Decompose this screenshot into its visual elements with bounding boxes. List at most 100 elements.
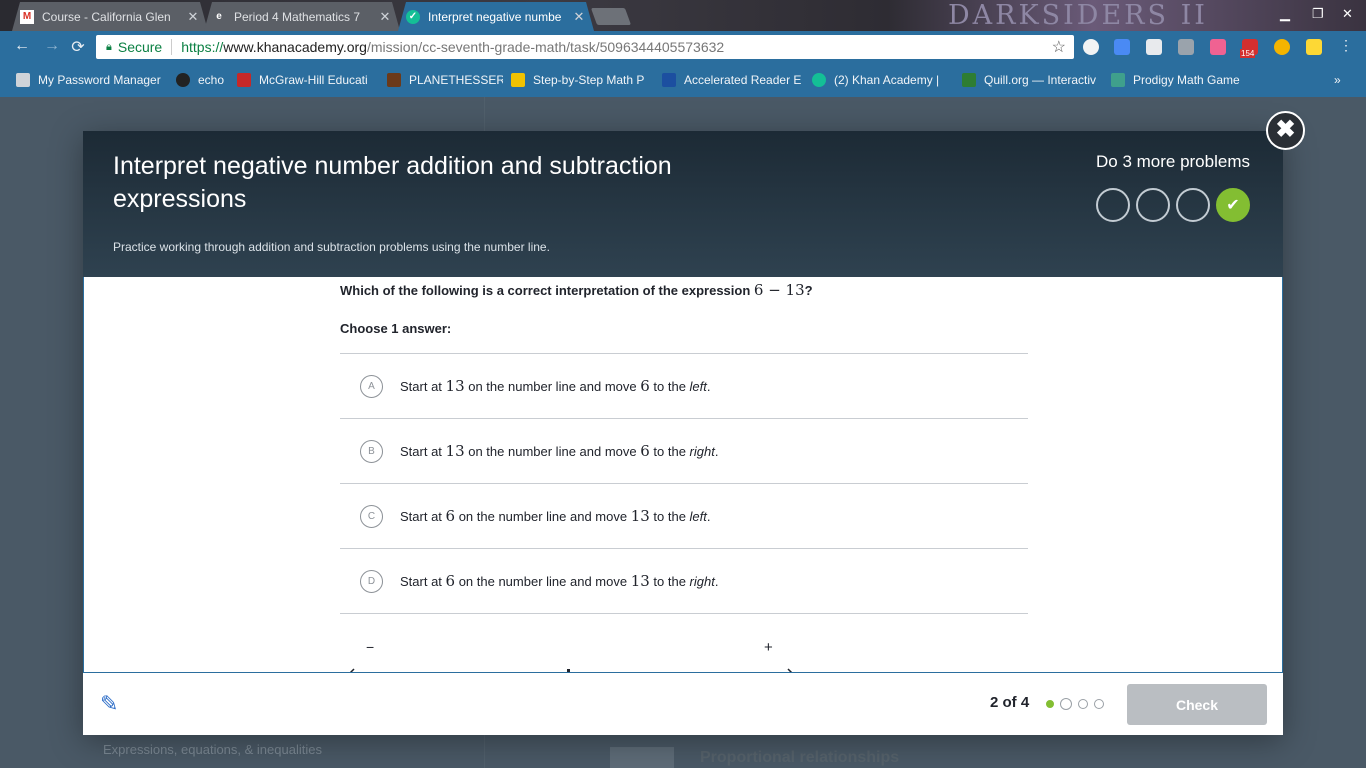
tab-title: Course - California Glen (42, 9, 171, 24)
negative-direction-label: − (366, 639, 375, 655)
pending-dot (1094, 699, 1104, 709)
exercise-subtitle: Practice working through addition and su… (113, 240, 550, 254)
menu-icon[interactable]: ⋮ (1336, 37, 1356, 54)
new-tab-button[interactable] (590, 8, 632, 25)
background-heading: Proportional relationships (700, 749, 900, 766)
browser-toolbar: ← → ⟳ 🔒︎ Secure https:// www.khanacademy… (0, 31, 1366, 63)
extension-globe-icon[interactable] (1274, 39, 1290, 55)
progress-circle-empty (1136, 188, 1170, 222)
lock-icon: 🔒︎ (106, 40, 112, 53)
answer-choices: A Start at 13 on the number line and mov… (340, 353, 1028, 614)
restore-icon[interactable]: ❐ (1312, 6, 1324, 22)
bookmark-item[interactable]: Quill.org — Interactiv (962, 71, 1098, 89)
question-suffix: ? (804, 283, 813, 298)
exercise-modal: Interpret negative number addition and s… (83, 131, 1283, 735)
extension-shield-icon[interactable] (1178, 39, 1194, 55)
close-window-icon[interactable]: ✕ (1342, 6, 1353, 22)
choice-text: Start at 13 on the number line and move … (400, 377, 711, 395)
choice-letter: B (360, 439, 383, 463)
choice-text: Start at 13 on the number line and move … (400, 442, 719, 460)
tab-title: Interpret negative numbe (428, 9, 562, 24)
planethesser-icon (387, 73, 401, 87)
step-by-step-icon (511, 73, 525, 87)
khan-academy-icon: ✓ (406, 10, 420, 24)
close-tab-icon[interactable]: ✕ (572, 9, 586, 25)
edpuzzle-icon: e (216, 11, 222, 22)
khan-academy-icon (812, 73, 826, 87)
positive-direction-label: + (764, 639, 773, 656)
tab-title: Period 4 Mathematics 7 (234, 9, 361, 24)
tab-edpuzzle[interactable]: e Period 4 Mathematics 7 ✕ (204, 2, 400, 31)
choice-text: Start at 6 on the number line and move 1… (400, 572, 719, 590)
progress-circle-empty (1176, 188, 1210, 222)
current-dot (1060, 698, 1072, 710)
folder-icon (16, 73, 30, 87)
tab-khan-academy[interactable]: ✓ Interpret negative numbe ✕ (398, 2, 594, 31)
bookmarks-bar: My Password Manager echo McGraw-Hill Edu… (0, 63, 1366, 97)
divider (171, 39, 173, 55)
reload-icon[interactable]: ⟳ (68, 37, 88, 57)
url-protocol: https:// (181, 39, 224, 55)
close-tab-icon[interactable]: ✕ (378, 9, 392, 25)
scratchpad-pencil-icon[interactable]: ✎ (100, 691, 118, 717)
extension-unicorn-icon[interactable] (1210, 39, 1226, 55)
choice-letter: A (360, 374, 383, 398)
secure-label: Secure (117, 39, 163, 55)
bookmark-item[interactable]: My Password Manager (16, 71, 168, 89)
remaining-problems: Do 3 more problems (1095, 152, 1250, 171)
problem-progress: ✔ (1096, 188, 1250, 222)
bookmark-item[interactable]: (2) Khan Academy | (812, 71, 948, 89)
choice-a[interactable]: A Start at 13 on the number line and mov… (340, 354, 1028, 419)
number-line-axis (349, 668, 793, 672)
back-icon[interactable]: ← (12, 37, 32, 55)
extension-screenshot-icon[interactable] (1146, 39, 1162, 55)
tab-gmail[interactable]: M Course - California Glen ✕ (12, 2, 208, 31)
bookmark-item[interactable]: echo (176, 71, 232, 89)
forward-icon[interactable]: → (42, 37, 62, 55)
extension-clock-icon[interactable] (1083, 39, 1099, 55)
bookmark-item[interactable]: McGraw-Hill Educati (237, 71, 375, 89)
pending-dot (1078, 699, 1088, 709)
exercise-title: Interpret negative number addition and s… (113, 152, 672, 213)
choice-text: Start at 6 on the number line and move 1… (400, 507, 711, 525)
close-tab-icon[interactable]: ✕ (186, 9, 200, 25)
bookmarks-overflow-button[interactable]: » (1334, 71, 1341, 89)
modal-footer: ✎ 2 of 4 Check (83, 673, 1283, 735)
problem-counter: 2 of 4 (990, 694, 1030, 711)
url-path: /mission/cc-seventh-grade-math/task/5096… (366, 39, 725, 55)
quill-icon (962, 73, 976, 87)
background-link[interactable]: Expressions, equations, & inequalities (103, 742, 322, 757)
number-line: − + (340, 639, 800, 672)
bookmark-item[interactable]: Accelerated Reader E (662, 71, 802, 89)
choice-c[interactable]: C Start at 6 on the number line and move… (340, 484, 1028, 549)
question-prefix: Which of the following is a correct inte… (340, 283, 754, 298)
check-button[interactable]: Check (1127, 684, 1267, 725)
bookmark-star-icon[interactable]: ☆ (1052, 37, 1066, 57)
echo-icon (176, 73, 190, 87)
extension-translate-icon[interactable] (1114, 39, 1130, 55)
address-bar[interactable]: 🔒︎ Secure https:// www.khanacademy.org /… (96, 35, 1074, 59)
gmail-icon: M (20, 10, 34, 24)
problem-dots (1046, 698, 1104, 710)
choice-b[interactable]: B Start at 13 on the number line and mov… (340, 419, 1028, 484)
prodigy-icon (1111, 73, 1125, 87)
url-host: www.khanacademy.org (223, 39, 367, 55)
question-text: Which of the following is a correct inte… (340, 281, 813, 299)
bookmark-item[interactable]: Prodigy Math Game (1111, 71, 1251, 89)
extension-mail-icon[interactable]: 154 (1240, 39, 1258, 58)
choice-d[interactable]: D Start at 6 on the number line and move… (340, 549, 1028, 614)
bookmark-item[interactable]: Step-by-Step Math P (511, 71, 651, 89)
bookmark-item[interactable]: PLANETHESSER (387, 71, 503, 89)
thumbnail (610, 747, 674, 768)
theme-brand-text: DARKSIDERS II (948, 0, 1208, 31)
close-modal-icon[interactable]: ✖ (1266, 111, 1305, 150)
mail-badge-count: 154 (1240, 49, 1256, 58)
question-math: 6 − 13 (753, 281, 805, 299)
choice-letter: C (360, 504, 383, 528)
minimize-icon[interactable]: ▁ (1280, 6, 1290, 22)
completed-dot (1046, 700, 1054, 708)
extension-p-icon[interactable] (1306, 39, 1322, 55)
mcgraw-hill-icon (237, 73, 251, 87)
accelerated-reader-icon (662, 73, 676, 87)
progress-circle-empty (1096, 188, 1130, 222)
